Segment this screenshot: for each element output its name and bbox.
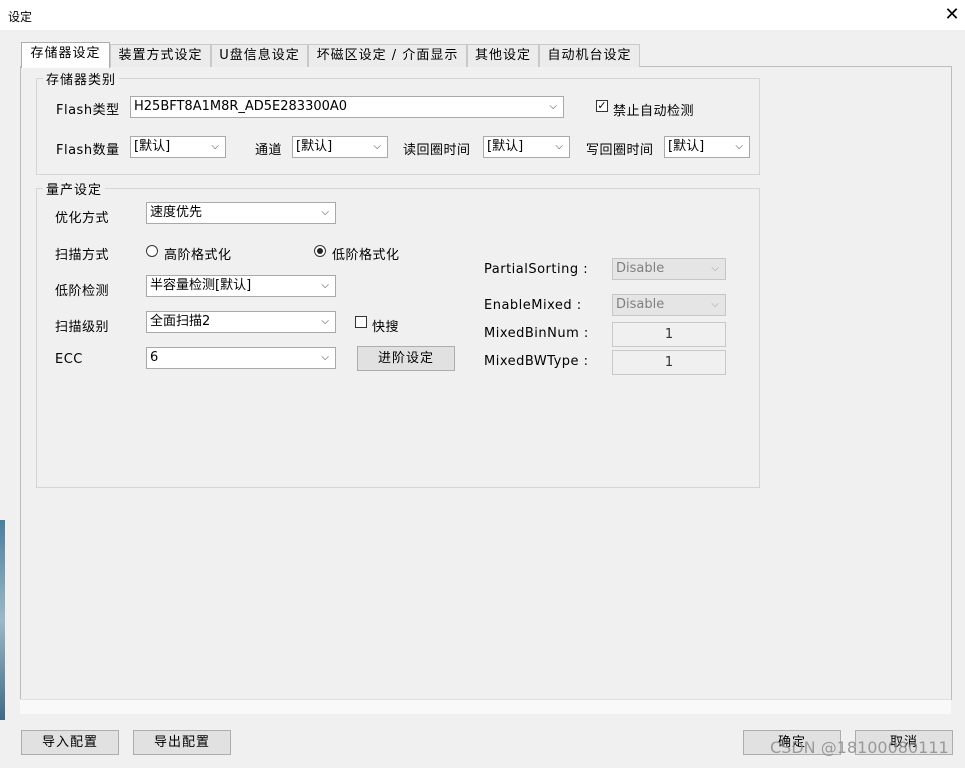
chevron-down-icon: ⌵: [321, 207, 329, 218]
advanced-settings-button[interactable]: 进阶设定: [357, 346, 455, 371]
read-cycle-label: 读回圈时间: [403, 143, 471, 158]
chevron-down-icon: ⌵: [711, 299, 719, 310]
chevron-down-icon: ⌵: [373, 141, 381, 152]
chevron-down-icon: ⌵: [321, 352, 329, 363]
storage-type-group: [36, 78, 760, 175]
mixed-bin-num-label: MixedBinNum :: [484, 326, 589, 341]
quick-scan-checkbox[interactable]: [355, 316, 367, 328]
low-level-check-select[interactable]: 半容量检测[默认] ⌵: [146, 275, 336, 297]
flash-type-value: H25BFT8A1M8R_AD5E283300A0: [134, 99, 348, 114]
partial-sorting-label: PartialSorting :: [484, 262, 589, 277]
flash-type-label: Flash类型: [56, 103, 120, 118]
flash-count-select[interactable]: [默认] ⌵: [130, 136, 226, 158]
low-level-check-label: 低阶检测: [55, 284, 110, 299]
mixed-bw-type-label: MixedBWType :: [484, 354, 589, 369]
check-icon: ✓: [597, 99, 607, 112]
ecc-value: 6: [150, 350, 159, 365]
mixed-bw-type-field[interactable]: 1: [612, 350, 726, 375]
enable-mixed-select[interactable]: Disable ⌵: [612, 294, 726, 316]
tab-udisk-info[interactable]: U盘信息设定: [211, 44, 308, 67]
channel-label: 通道: [255, 143, 283, 158]
optimize-value: 速度优先: [150, 205, 203, 220]
partial-sorting-select[interactable]: Disable ⌵: [612, 258, 726, 280]
high-format-label: 高阶格式化: [164, 248, 232, 263]
flash-count-label: Flash数量: [56, 143, 120, 158]
panel-footer-strip: [20, 699, 951, 714]
flash-count-value: [默认]: [134, 139, 171, 154]
tab-storage[interactable]: 存储器设定: [21, 42, 110, 68]
storage-group-title: 存储器类别: [43, 69, 120, 88]
scan-level-value: 全面扫描2: [150, 314, 211, 329]
enable-mixed-value: Disable: [616, 297, 665, 312]
window-title: 设定: [8, 10, 33, 24]
chevron-down-icon: ⌵: [321, 280, 329, 291]
chevron-down-icon: ⌵: [555, 141, 563, 152]
import-config-button[interactable]: 导入配置: [21, 730, 119, 755]
ecc-label: ECC: [55, 352, 83, 367]
write-cycle-label: 写回圈时间: [586, 143, 654, 158]
mixed-bin-num-field[interactable]: 1: [612, 322, 726, 347]
production-group-title: 量产设定: [43, 179, 106, 198]
chevron-down-icon: ⌵: [211, 141, 219, 152]
disable-auto-detect-checkbox[interactable]: ✓: [596, 100, 608, 112]
scan-mode-label: 扫描方式: [55, 248, 110, 263]
close-icon[interactable]: ✕: [940, 3, 964, 27]
export-config-button[interactable]: 导出配置: [133, 730, 231, 755]
write-cycle-select[interactable]: [默认] ⌵: [664, 136, 750, 158]
title-bar: 设定 ✕: [0, 0, 965, 30]
partial-sorting-value: Disable: [616, 261, 665, 276]
tab-auto-machine[interactable]: 自动机台设定: [539, 44, 640, 67]
high-format-radio[interactable]: [146, 245, 158, 257]
chevron-down-icon: ⌵: [735, 141, 743, 152]
watermark: CSDN @18100080111: [770, 738, 949, 757]
low-format-label: 低阶格式化: [332, 248, 400, 263]
desktop-edge: [0, 520, 5, 720]
flash-type-select[interactable]: H25BFT8A1M8R_AD5E283300A0 ⌵: [130, 96, 564, 118]
low-level-check-value: 半容量检测[默认]: [150, 278, 252, 293]
low-format-radio[interactable]: [314, 245, 326, 257]
quick-scan-label: 快搜: [372, 320, 400, 335]
scan-level-select[interactable]: 全面扫描2 ⌵: [146, 311, 336, 333]
scan-level-label: 扫描级别: [55, 320, 110, 335]
enable-mixed-label: EnableMixed :: [484, 298, 582, 313]
chevron-down-icon: ⌵: [711, 263, 719, 274]
tab-bad-block[interactable]: 坏磁区设定 / 介面显示: [308, 44, 467, 67]
channel-select[interactable]: [默认] ⌵: [292, 136, 388, 158]
channel-value: [默认]: [296, 139, 333, 154]
optimize-label: 优化方式: [55, 211, 110, 226]
disable-auto-detect-label: 禁止自动检测: [613, 104, 695, 119]
tab-other[interactable]: 其他设定: [467, 44, 539, 67]
ecc-select[interactable]: 6 ⌵: [146, 347, 336, 369]
read-cycle-select[interactable]: [默认] ⌵: [483, 136, 570, 158]
write-cycle-value: [默认]: [668, 139, 705, 154]
read-cycle-value: [默认]: [487, 139, 524, 154]
chevron-down-icon: ⌵: [321, 316, 329, 327]
tab-install-mode[interactable]: 装置方式设定: [110, 44, 211, 67]
optimize-select[interactable]: 速度优先 ⌵: [146, 202, 336, 224]
chevron-down-icon: ⌵: [549, 101, 557, 112]
